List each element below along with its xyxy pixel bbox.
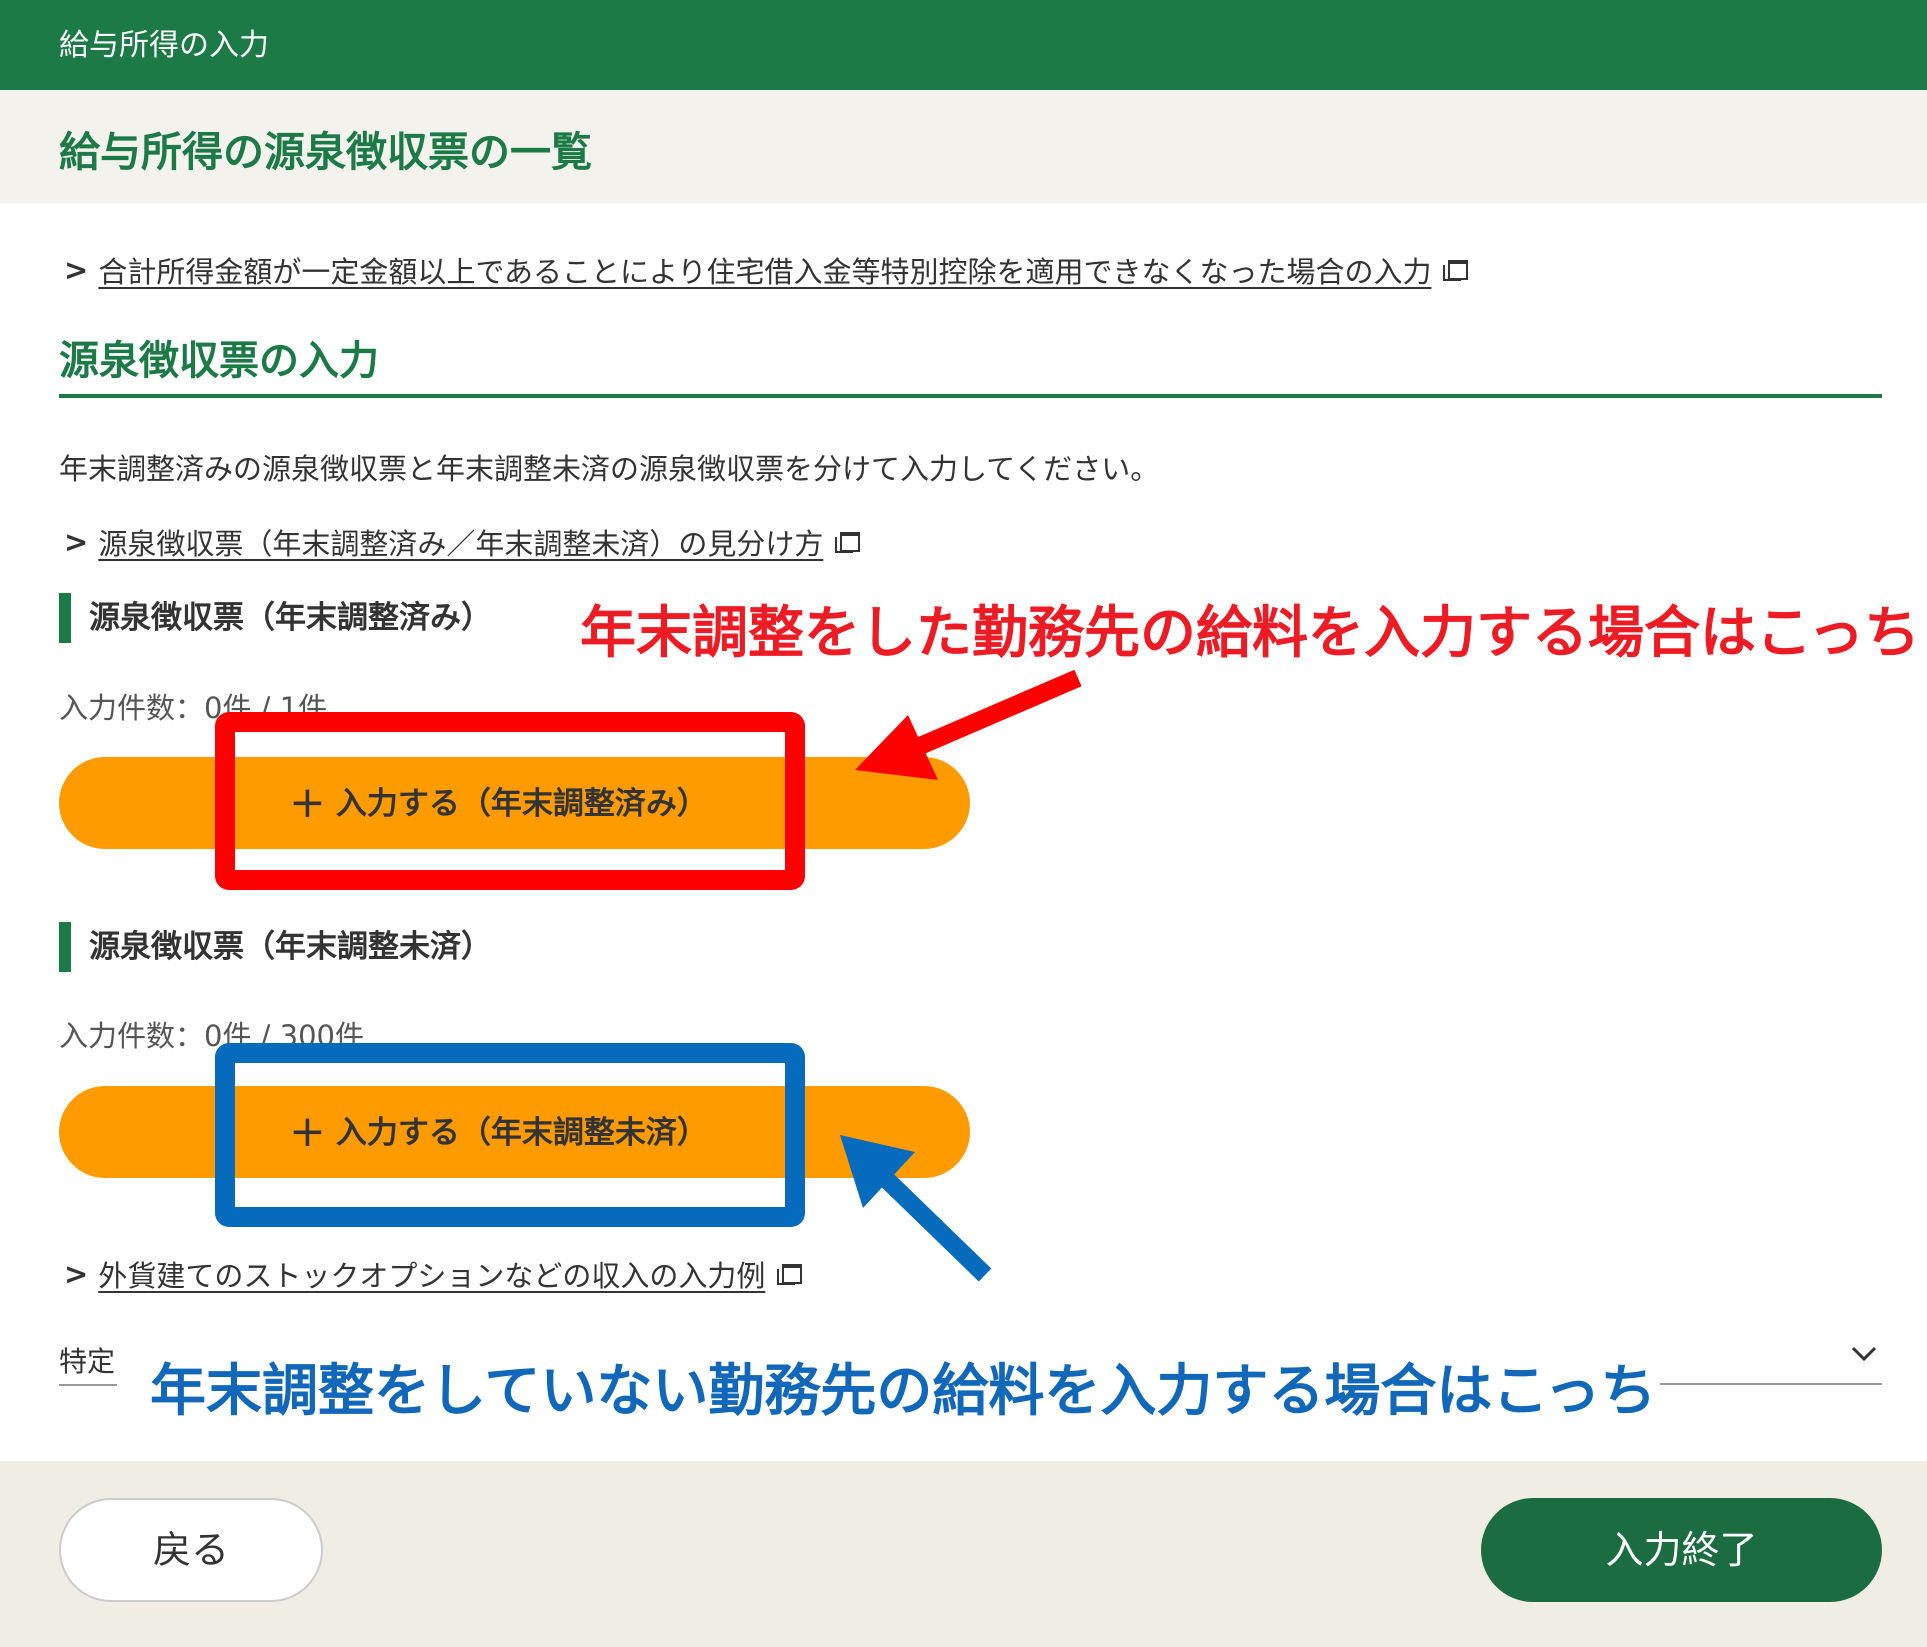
external-window-icon: [777, 1264, 803, 1285]
external-window-icon: [1443, 260, 1469, 281]
chevron-right-icon: >: [64, 1257, 89, 1291]
red-highlight-box: [215, 712, 805, 890]
how-to-tell-link[interactable]: > 源泉徴収票（年末調整済み／年末調整未済）の見分け方: [64, 521, 861, 563]
blue-highlight-box: [215, 1043, 805, 1227]
red-arrow-icon: [855, 669, 1082, 780]
back-button[interactable]: 戻る: [59, 1498, 323, 1602]
blue-annotation: 年末調整をしていない勤務先の給料を入力する場合はこっち: [150, 1359, 1657, 1424]
chevron-down-icon[interactable]: [1849, 1338, 1879, 1368]
finish-button[interactable]: 入力終了: [1481, 1498, 1882, 1602]
housing-loan-link-text[interactable]: 合計所得金額が一定金額以上であることにより住宅借入金等特別控除を適用できなくなっ…: [98, 249, 1431, 291]
select-underline: [1660, 1383, 1882, 1385]
section-description: 年末調整済みの源泉徴収票と年末調整未済の源泉徴収票を分けて入力してください。: [59, 452, 1160, 486]
page-title: 給与所得の源泉徴収票の一覧: [59, 128, 592, 176]
adjusted-heading: 源泉徴収票（年末調整済み）: [59, 593, 492, 643]
chevron-right-icon: >: [64, 253, 89, 287]
select-underline: [59, 1384, 117, 1386]
unadjusted-heading: 源泉徴収票（年末調整未済）: [59, 922, 492, 972]
external-window-icon: [835, 532, 861, 553]
chevron-right-icon: >: [64, 525, 89, 559]
app-title: 給与所得の入力: [59, 28, 269, 63]
housing-loan-link[interactable]: > 合計所得金額が一定金額以上であることにより住宅借入金等特別控除を適用できなく…: [64, 249, 1469, 291]
title-bar: 給与所得の源泉徴収票の一覧: [0, 90, 1927, 203]
blue-arrow-icon: [840, 1135, 992, 1282]
specific-select-label: 特定: [59, 1345, 116, 1378]
red-annotation: 年末調整をした勤務先の給料を入力する場合はこっち: [580, 601, 1921, 666]
footer: 戻る 入力終了: [0, 1461, 1927, 1647]
section-divider: [59, 394, 1882, 398]
stock-option-link[interactable]: > 外貨建てのストックオプションなどの収入の入力例: [64, 1253, 803, 1295]
how-to-tell-link-text[interactable]: 源泉徴収票（年末調整済み／年末調整未済）の見分け方: [98, 521, 823, 563]
top-bar: 給与所得の入力: [0, 0, 1927, 90]
stock-option-link-text[interactable]: 外貨建てのストックオプションなどの収入の入力例: [98, 1253, 765, 1295]
section-heading: 源泉徴収票の入力: [59, 338, 379, 384]
